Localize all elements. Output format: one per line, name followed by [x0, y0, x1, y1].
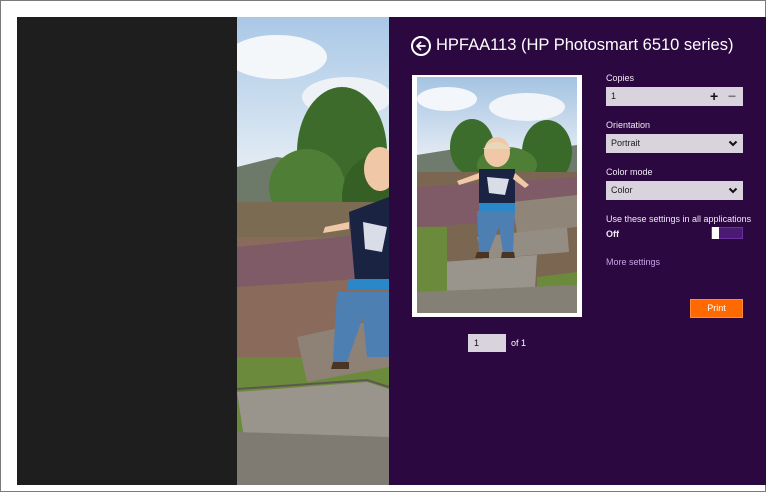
window-frame: HPFAA113 (HP Photosmart 6510 series) Cop…: [0, 0, 766, 492]
color-mode-label: Color mode: [606, 167, 653, 177]
page-count: of 1: [511, 338, 527, 348]
printer-title: HPFAA113 (HP Photosmart 6510 series): [436, 36, 734, 54]
plus-button[interactable]: +: [710, 87, 718, 106]
copies-stepper[interactable]: 1 + −: [606, 87, 743, 106]
orientation-value: Portrait: [611, 138, 641, 148]
background-photo: [237, 17, 389, 485]
more-settings-link[interactable]: More settings: [606, 257, 660, 267]
use-settings-toggle[interactable]: [711, 227, 743, 239]
copies-label: Copies: [606, 73, 635, 83]
chevron-down-icon: [728, 187, 738, 194]
dark-background: [17, 17, 237, 485]
toggle-knob: [712, 227, 719, 239]
color-mode-value: Color: [611, 185, 633, 195]
copies-value[interactable]: 1: [611, 87, 616, 106]
preview-photo: [417, 77, 577, 313]
color-mode-select[interactable]: Color: [606, 181, 743, 200]
orientation-label: Orientation: [606, 120, 651, 130]
minus-button[interactable]: −: [728, 87, 736, 106]
back-arrow-icon[interactable]: [411, 36, 431, 56]
chevron-down-icon: [728, 140, 738, 147]
print-button[interactable]: Print: [690, 299, 743, 318]
orientation-select[interactable]: Portrait: [606, 134, 743, 153]
use-settings-label: Use these settings in all applications: [606, 214, 752, 224]
print-preview: [412, 75, 582, 317]
print-panel: HPFAA113 (HP Photosmart 6510 series) Cop…: [389, 17, 766, 485]
page-number-input[interactable]: 1: [468, 334, 506, 352]
use-settings-state: Off: [606, 229, 619, 239]
